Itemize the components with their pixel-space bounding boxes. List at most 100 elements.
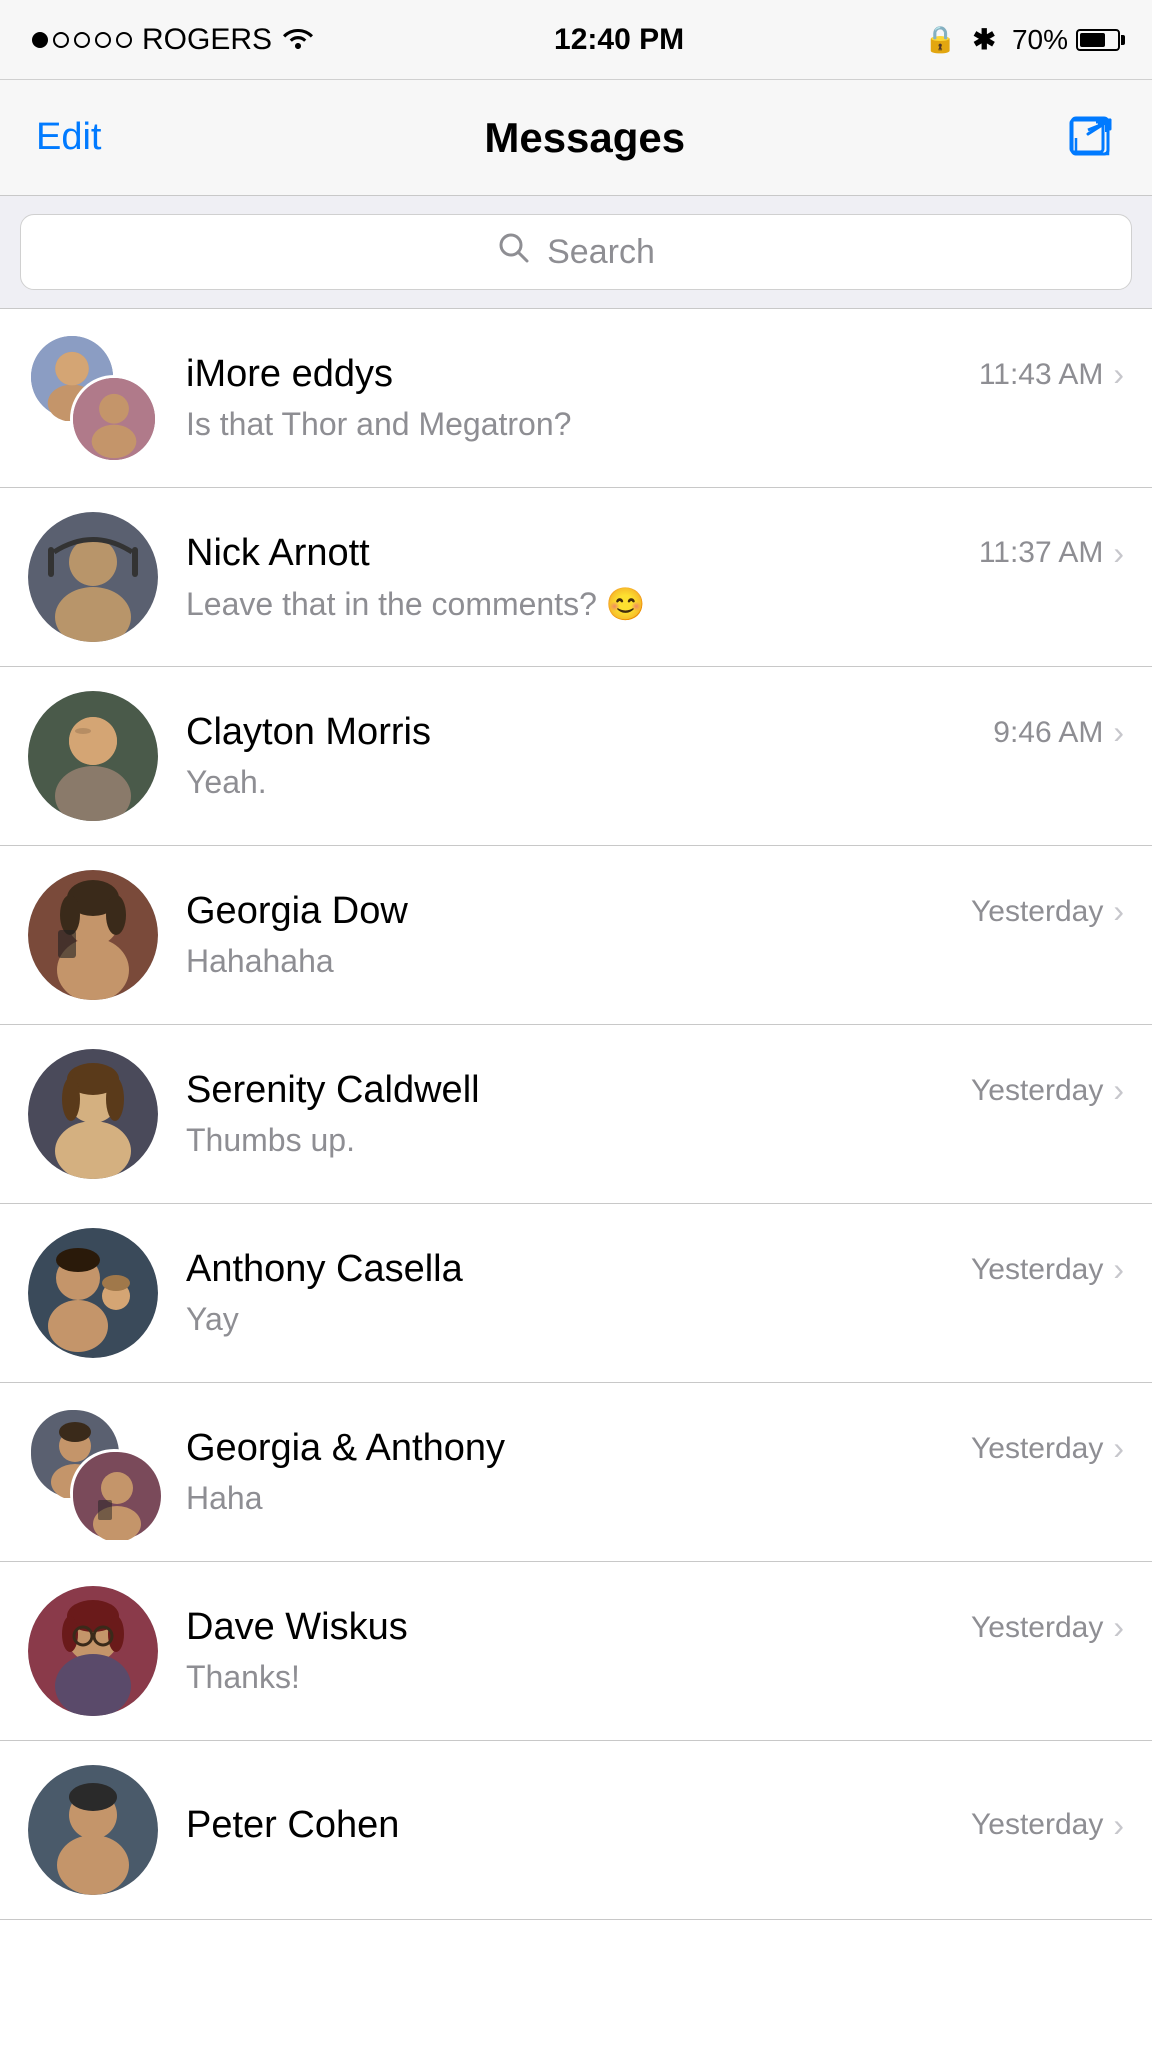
message-time: Yesterday ›	[971, 1807, 1124, 1844]
signal-dots	[32, 32, 132, 48]
page-title: Messages	[484, 114, 685, 162]
chevron-icon: ›	[1113, 1609, 1124, 1646]
chevron-icon: ›	[1113, 1430, 1124, 1467]
avatar	[28, 870, 158, 1000]
message-time: 9:46 AM ›	[993, 714, 1124, 751]
edit-button[interactable]: Edit	[36, 116, 101, 159]
message-time: Yesterday ›	[971, 893, 1124, 930]
message-time: 11:37 AM ›	[979, 535, 1124, 572]
message-header: Anthony Casella Yesterday ›	[186, 1248, 1124, 1291]
chevron-icon: ›	[1113, 714, 1124, 751]
message-preview: Yay	[186, 1301, 866, 1338]
list-item[interactable]: Georgia Dow Yesterday › Hahahaha	[0, 846, 1152, 1025]
message-preview: Haha	[186, 1480, 866, 1517]
message-header: Clayton Morris 9:46 AM ›	[186, 711, 1124, 754]
avatar	[28, 333, 158, 463]
search-bar[interactable]: Search	[20, 214, 1132, 290]
contact-name: Clayton Morris	[186, 711, 431, 754]
lock-icon: 🔒	[924, 24, 956, 55]
contact-name: Nick Arnott	[186, 532, 370, 575]
contact-name: iMore eddys	[186, 353, 393, 396]
message-content: Serenity Caldwell Yesterday › Thumbs up.	[186, 1069, 1124, 1159]
list-item[interactable]: Clayton Morris 9:46 AM › Yeah.	[0, 667, 1152, 846]
message-time: Yesterday ›	[971, 1072, 1124, 1109]
message-content: Georgia & Anthony Yesterday › Haha	[186, 1427, 1124, 1517]
status-left: ROGERS	[32, 23, 314, 57]
contact-name: Georgia Dow	[186, 890, 408, 933]
chevron-icon: ›	[1113, 535, 1124, 572]
message-content: Dave Wiskus Yesterday › Thanks!	[186, 1606, 1124, 1696]
contact-name: Peter Cohen	[186, 1804, 399, 1847]
message-header: Serenity Caldwell Yesterday ›	[186, 1069, 1124, 1112]
avatar	[28, 512, 158, 642]
message-header: Dave Wiskus Yesterday ›	[186, 1606, 1124, 1649]
message-content: Clayton Morris 9:46 AM › Yeah.	[186, 711, 1124, 801]
status-right: 🔒 ✱ 70%	[924, 23, 1120, 56]
avatar	[28, 1228, 158, 1358]
group-avatar-2	[70, 1449, 158, 1537]
signal-dot-4	[95, 32, 111, 48]
list-item[interactable]: Georgia & Anthony Yesterday › Haha	[0, 1383, 1152, 1562]
avatar	[28, 691, 158, 821]
message-list: iMore eddys 11:43 AM › Is that Thor and …	[0, 309, 1152, 1920]
search-icon	[497, 231, 531, 274]
list-item[interactable]: Nick Arnott 11:37 AM › Leave that in the…	[0, 488, 1152, 667]
chevron-icon: ›	[1113, 1251, 1124, 1288]
avatar	[28, 1765, 158, 1895]
list-item[interactable]: iMore eddys 11:43 AM › Is that Thor and …	[0, 309, 1152, 488]
wifi-icon	[282, 23, 314, 56]
nav-bar: Edit Messages	[0, 80, 1152, 196]
list-item[interactable]: Serenity Caldwell Yesterday › Thumbs up.	[0, 1025, 1152, 1204]
message-content: Nick Arnott 11:37 AM › Leave that in the…	[186, 532, 1124, 623]
search-placeholder: Search	[547, 233, 655, 272]
chevron-icon: ›	[1113, 1807, 1124, 1844]
battery-fill	[1080, 33, 1105, 47]
message-content: Peter Cohen Yesterday ›	[186, 1804, 1124, 1857]
chevron-icon: ›	[1113, 1072, 1124, 1109]
battery-container: 70%	[1012, 24, 1120, 56]
contact-name: Georgia & Anthony	[186, 1427, 505, 1470]
message-preview: Thumbs up.	[186, 1122, 866, 1159]
message-header: Georgia & Anthony Yesterday ›	[186, 1427, 1124, 1470]
compose-button[interactable]	[1068, 114, 1116, 162]
avatar	[28, 1586, 158, 1716]
contact-name: Serenity Caldwell	[186, 1069, 480, 1112]
message-header: Peter Cohen Yesterday ›	[186, 1804, 1124, 1847]
message-header: Georgia Dow Yesterday ›	[186, 890, 1124, 933]
search-container: Search	[0, 196, 1152, 309]
chevron-icon: ›	[1113, 356, 1124, 393]
avatar	[28, 1049, 158, 1179]
battery-percent: 70%	[1012, 24, 1068, 56]
signal-dot-3	[74, 32, 90, 48]
list-item[interactable]: Dave Wiskus Yesterday › Thanks!	[0, 1562, 1152, 1741]
carrier-name: ROGERS	[142, 23, 272, 57]
signal-dot-5	[116, 32, 132, 48]
list-item[interactable]: Peter Cohen Yesterday ›	[0, 1741, 1152, 1920]
message-time: Yesterday ›	[971, 1430, 1124, 1467]
message-time: Yesterday ›	[971, 1609, 1124, 1646]
message-header: Nick Arnott 11:37 AM ›	[186, 532, 1124, 575]
contact-name: Dave Wiskus	[186, 1606, 408, 1649]
status-bar: ROGERS 12:40 PM 🔒 ✱ 70%	[0, 0, 1152, 80]
avatar	[28, 1407, 158, 1537]
bluetooth-icon: ✱	[972, 23, 995, 56]
contact-name: Anthony Casella	[186, 1248, 463, 1291]
message-preview: Yeah.	[186, 764, 866, 801]
message-preview: Hahahaha	[186, 943, 866, 980]
list-item[interactable]: Anthony Casella Yesterday › Yay	[0, 1204, 1152, 1383]
message-preview: Leave that in the comments? 😊	[186, 585, 866, 623]
status-time: 12:40 PM	[554, 23, 684, 57]
message-content: iMore eddys 11:43 AM › Is that Thor and …	[186, 353, 1124, 443]
signal-dot-1	[32, 32, 48, 48]
message-preview: Is that Thor and Megatron?	[186, 406, 866, 443]
chevron-icon: ›	[1113, 893, 1124, 930]
signal-dot-2	[53, 32, 69, 48]
compose-icon	[1068, 114, 1116, 162]
message-content: Anthony Casella Yesterday › Yay	[186, 1248, 1124, 1338]
group-avatar-2	[70, 375, 158, 463]
message-time: 11:43 AM ›	[979, 356, 1124, 393]
message-preview: Thanks!	[186, 1659, 866, 1696]
message-header: iMore eddys 11:43 AM ›	[186, 353, 1124, 396]
message-content: Georgia Dow Yesterday › Hahahaha	[186, 890, 1124, 980]
battery-icon	[1076, 29, 1120, 51]
